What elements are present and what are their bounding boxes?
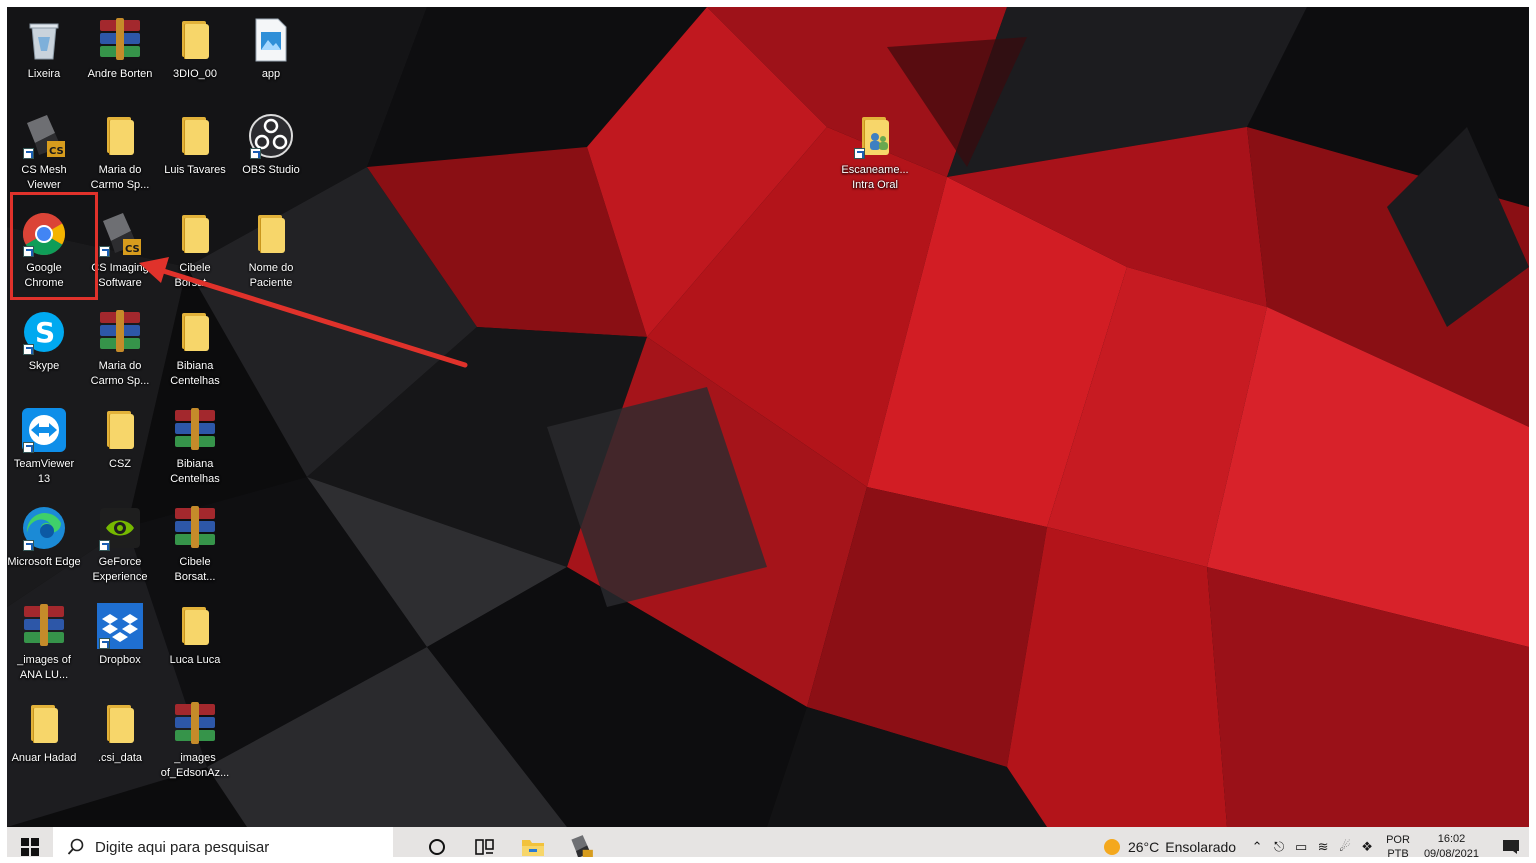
language-line-1: POR xyxy=(1386,834,1410,846)
file-explorer-button[interactable] xyxy=(509,827,557,857)
system-tray: 26°C Ensolarado ⌃ ⎋ ▭ ≋ ☄ ❖ POR PTB 16:0… xyxy=(1103,827,1529,857)
search-icon xyxy=(67,838,84,855)
weather-condition: Ensolarado xyxy=(1165,839,1237,855)
cs-imaging-taskbar-button[interactable] xyxy=(557,827,605,857)
weather-widget[interactable]: 26°C Ensolarado xyxy=(1103,839,1237,855)
sun-icon xyxy=(1103,839,1120,855)
file-explorer-icon xyxy=(522,840,544,856)
desktop-screen: Lixeira CS CS Mesh Viewer Google Chrome … xyxy=(7,7,1529,857)
cs-app-icon xyxy=(571,835,593,857)
wifi-icon[interactable]: ≋ xyxy=(1312,827,1334,857)
search-placeholder: Digite aqui para pesquisar xyxy=(95,838,270,856)
taskbar-search-box[interactable]: Digite aqui para pesquisar xyxy=(53,827,393,857)
clock[interactable]: 16:02 09/08/2021 xyxy=(1424,832,1479,857)
start-button[interactable] xyxy=(7,827,53,857)
task-view-button[interactable] xyxy=(461,827,509,857)
annotation-arrow xyxy=(139,257,468,368)
cortana-icon xyxy=(429,839,445,855)
windows-logo-icon xyxy=(21,838,39,856)
usb-device-icon[interactable]: ⎋ xyxy=(1268,827,1290,857)
clock-date: 09/08/2021 xyxy=(1423,848,1479,857)
chevron-up-icon[interactable]: ⌃ xyxy=(1246,827,1268,857)
dropbox-tray-icon[interactable]: ❖ xyxy=(1356,827,1378,857)
language-line-2: PTB xyxy=(1387,848,1409,857)
task-view-icon xyxy=(475,839,494,855)
notifications-icon[interactable] xyxy=(1493,827,1529,857)
taskbar: Digite aqui para pesquisar 26°C Ensolara… xyxy=(7,827,1529,857)
cortana-button[interactable] xyxy=(413,827,461,857)
battery-icon[interactable]: ▭ xyxy=(1290,827,1312,857)
language-indicator[interactable]: POR PTB xyxy=(1386,833,1410,857)
weather-temp: 26°C xyxy=(1127,839,1160,855)
volume-mute-icon[interactable]: ☄ xyxy=(1334,827,1356,857)
clock-time: 16:02 xyxy=(1437,833,1466,845)
